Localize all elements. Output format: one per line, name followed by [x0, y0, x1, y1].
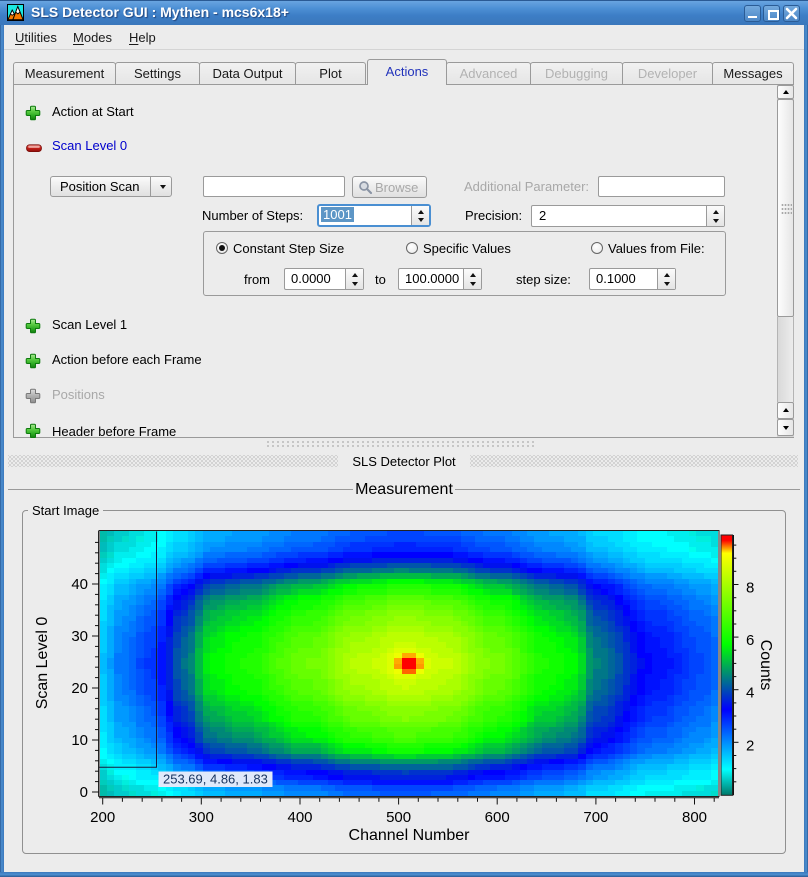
svg-text:10: 10 [71, 732, 88, 749]
svg-text:20: 20 [71, 680, 88, 697]
svg-text:200: 200 [90, 809, 115, 826]
svg-text:800: 800 [682, 809, 707, 826]
svg-text:40: 40 [71, 576, 88, 593]
svg-text:30: 30 [71, 628, 88, 645]
svg-text:300: 300 [189, 809, 214, 826]
svg-text:2: 2 [746, 737, 754, 754]
svg-text:253.69, 4.86, 1.83: 253.69, 4.86, 1.83 [163, 772, 268, 787]
svg-text:8: 8 [746, 580, 754, 597]
svg-text:6: 6 [746, 632, 754, 649]
svg-text:600: 600 [485, 809, 510, 826]
svg-text:Counts: Counts [757, 640, 774, 691]
svg-text:700: 700 [583, 809, 608, 826]
svg-text:Channel Number: Channel Number [349, 827, 471, 844]
svg-text:Scan Level 0: Scan Level 0 [34, 617, 51, 710]
svg-text:4: 4 [746, 685, 754, 702]
svg-text:0: 0 [80, 784, 88, 801]
svg-text:400: 400 [287, 809, 312, 826]
svg-text:500: 500 [386, 809, 411, 826]
